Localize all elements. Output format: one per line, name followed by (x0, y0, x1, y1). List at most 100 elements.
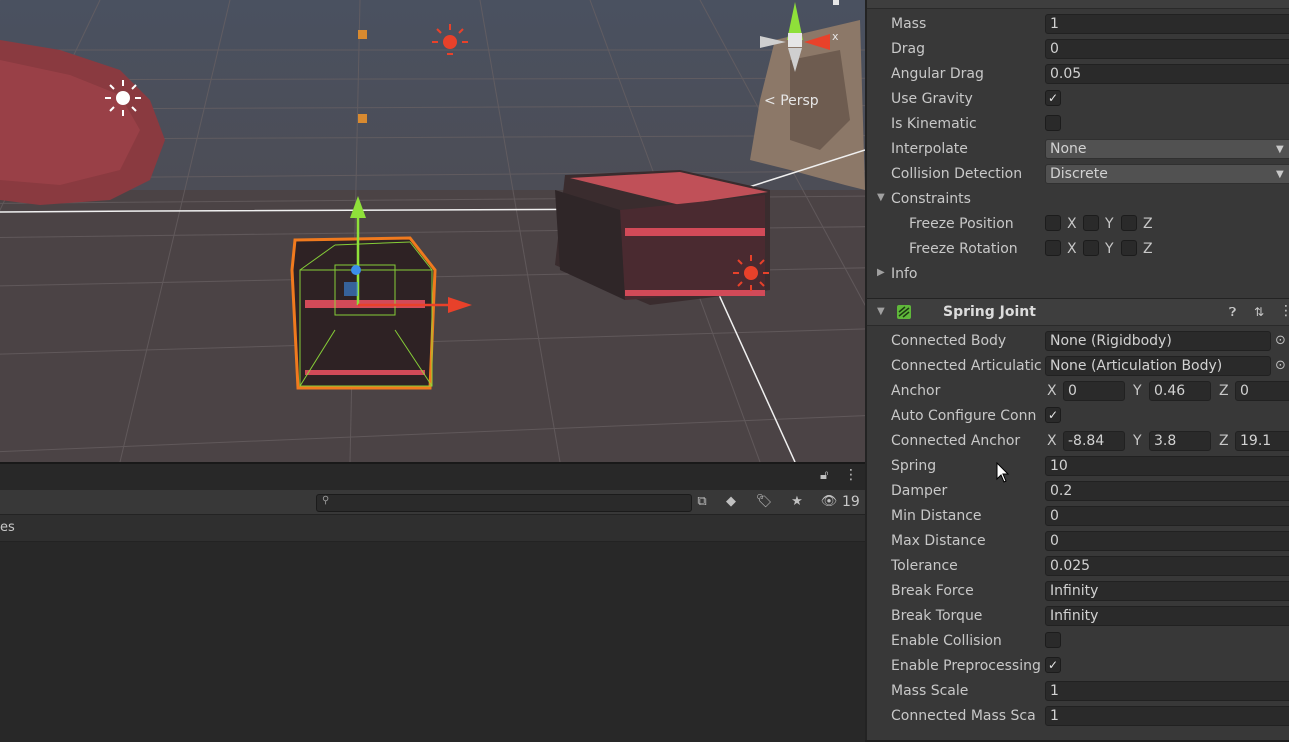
project-tabbar: 🔓︎ ⋮ (0, 464, 865, 490)
mass-row: Mass 1 (867, 12, 1289, 37)
constraints-label: Constraints (891, 191, 971, 207)
connected-body-row: Connected Body None (Rigidbody) ⊙ (867, 329, 1289, 354)
freeze-rotation-z-label: Z (1143, 241, 1153, 257)
spring-label[interactable]: Spring (891, 458, 1045, 474)
freeze-rotation-x-label: X (1067, 241, 1077, 257)
project-list-header: es (0, 515, 865, 542)
use-gravity-checkbox[interactable]: ✓ (1045, 90, 1061, 106)
spring-joint-header[interactable]: ▼ Spring Joint ❓︎ ⇅ ⋮ (867, 298, 1289, 326)
freeze-rotation-x-checkbox[interactable] (1045, 240, 1061, 256)
kebab-menu-icon[interactable]: ⋮ (844, 467, 858, 483)
connected-anchor-y-field[interactable]: 3.8 (1149, 431, 1211, 451)
interpolate-dropdown[interactable]: None ▼ (1045, 139, 1289, 159)
constraints-row[interactable]: ▼ Constraints (867, 187, 1289, 212)
mass-field[interactable]: 1 (1045, 14, 1289, 34)
freeze-rotation-label: Freeze Rotation (909, 241, 1018, 257)
freeze-rotation-y-checkbox[interactable] (1083, 240, 1099, 256)
spot-light-icon[interactable] (733, 255, 769, 291)
damper-field[interactable]: 0.2 (1045, 481, 1289, 501)
lock-icon[interactable]: 🔓︎ (820, 468, 828, 483)
project-toolbar: ⚲ ⧉ ◆ 🏷︎ ★ 👁︎ 19 (0, 490, 865, 515)
connected-anchor-z-field[interactable]: 19.1 (1235, 431, 1289, 451)
foldout-open-icon[interactable]: ▼ (877, 192, 885, 203)
info-row[interactable]: ▶ Info (867, 262, 1289, 287)
object-picker-icon[interactable]: ⊙ (1275, 333, 1289, 349)
anchor-z-field[interactable]: 0 (1235, 381, 1289, 401)
is-kinematic-checkbox[interactable] (1045, 115, 1061, 131)
connected-articulation-label: Connected Articulatic (891, 358, 1042, 374)
connected-anchor-row: Connected Anchor X -8.84 Y 3.8 Z 19.1 (867, 429, 1289, 454)
foldout-open-icon[interactable]: ▼ (877, 306, 885, 317)
collision-detection-dropdown[interactable]: Discrete ▼ (1045, 164, 1289, 184)
filter-label-icon[interactable]: 🏷︎ (755, 493, 773, 511)
hidden-eye-icon[interactable]: 👁︎ (820, 493, 838, 511)
connected-mass-scale-label: Connected Mass Sca (891, 708, 1036, 724)
freeze-position-z-label: Z (1143, 216, 1153, 232)
selected-chest[interactable] (290, 236, 437, 390)
drag-row: Drag 0 (867, 37, 1289, 62)
filter-type-icon[interactable]: ◆ (722, 493, 740, 511)
damper-row: Damper 0.2 (867, 479, 1289, 504)
freeze-position-z-checkbox[interactable] (1121, 215, 1137, 231)
search-input[interactable]: ⚲ (316, 494, 692, 512)
freeze-position-x-label: X (1067, 216, 1077, 232)
probe-icon[interactable] (358, 30, 367, 39)
use-gravity-label: Use Gravity (891, 91, 973, 107)
spring-row: Spring 10 (867, 454, 1289, 479)
chevron-down-icon: ▼ (1276, 144, 1284, 155)
persp-label[interactable]: < Persp (764, 93, 819, 109)
preset-icon[interactable]: ⇅ (1254, 305, 1264, 319)
collision-detection-label: Collision Detection (891, 166, 1023, 182)
break-torque-field[interactable]: Infinity (1045, 606, 1289, 626)
interpolate-row: Interpolate None ▼ (867, 137, 1289, 162)
kebab-menu-icon[interactable]: ⋮ (1279, 303, 1289, 319)
favorite-icon[interactable]: ★ (788, 493, 806, 511)
connected-articulation-field[interactable]: None (Articulation Body) (1045, 356, 1271, 376)
light-icon[interactable] (105, 80, 141, 116)
angular-drag-field[interactable]: 0.05 (1045, 64, 1289, 84)
foldout-closed-icon[interactable]: ▶ (877, 267, 885, 278)
scene-canvas[interactable] (0, 0, 865, 462)
enable-collision-checkbox[interactable] (1045, 632, 1061, 648)
connected-body-field[interactable]: None (Rigidbody) (1045, 331, 1271, 351)
anchor-x-field[interactable]: 0 (1063, 381, 1125, 401)
mass-scale-field[interactable]: 1 (1045, 681, 1289, 701)
search-mode-icon[interactable]: ⧉ (693, 493, 711, 511)
project-panel: 🔓︎ ⋮ ⚲ ⧉ ◆ 🏷︎ ★ 👁︎ 19 es (0, 462, 865, 742)
auto-configure-row: Auto Configure Conn ✓ (867, 404, 1289, 429)
scene-view[interactable]: < Persp x (0, 0, 865, 462)
connected-anchor-x-field[interactable]: -8.84 (1063, 431, 1125, 451)
freeze-position-x-checkbox[interactable] (1045, 215, 1061, 231)
anchor-y-field[interactable]: 0.46 (1149, 381, 1211, 401)
hidden-count: 19 (842, 494, 860, 510)
angular-drag-row: Angular Drag 0.05 (867, 62, 1289, 87)
connected-mass-scale-field[interactable]: 1 (1045, 706, 1289, 726)
help-icon[interactable]: ❓︎ (1229, 305, 1236, 320)
break-force-field[interactable]: Infinity (1045, 581, 1289, 601)
connected-mass-scale-row: Connected Mass Sca 1 (867, 704, 1289, 729)
anchor-y-label: Y (1133, 383, 1142, 399)
freeze-position-y-label: Y (1105, 216, 1114, 232)
freeze-rotation-z-checkbox[interactable] (1121, 240, 1137, 256)
min-distance-field[interactable]: 0 (1045, 506, 1289, 526)
spring-field[interactable]: 10 (1045, 456, 1289, 476)
anchor-z-label: Z (1219, 383, 1229, 399)
freeze-position-y-checkbox[interactable] (1083, 215, 1099, 231)
spring-joint-icon (897, 305, 911, 319)
is-kinematic-row: Is Kinematic (867, 112, 1289, 137)
object-picker-icon[interactable]: ⊙ (1275, 358, 1289, 374)
auto-configure-checkbox[interactable]: ✓ (1045, 407, 1061, 423)
enable-preprocessing-checkbox[interactable]: ✓ (1045, 657, 1061, 673)
tolerance-field[interactable]: 0.025 (1045, 556, 1289, 576)
max-distance-field[interactable]: 0 (1045, 531, 1289, 551)
list-header-text: es (0, 520, 15, 535)
tolerance-row: Tolerance 0.025 (867, 554, 1289, 579)
interpolate-value: None (1050, 141, 1087, 157)
break-torque-label: Break Torque (891, 608, 983, 624)
drag-field[interactable]: 0 (1045, 39, 1289, 59)
info-label: Info (891, 266, 918, 282)
search-icon: ⚲ (322, 495, 330, 506)
anchor-label: Anchor (891, 383, 941, 399)
probe-icon-2[interactable] (358, 114, 367, 123)
auto-configure-label: Auto Configure Conn (891, 408, 1037, 424)
